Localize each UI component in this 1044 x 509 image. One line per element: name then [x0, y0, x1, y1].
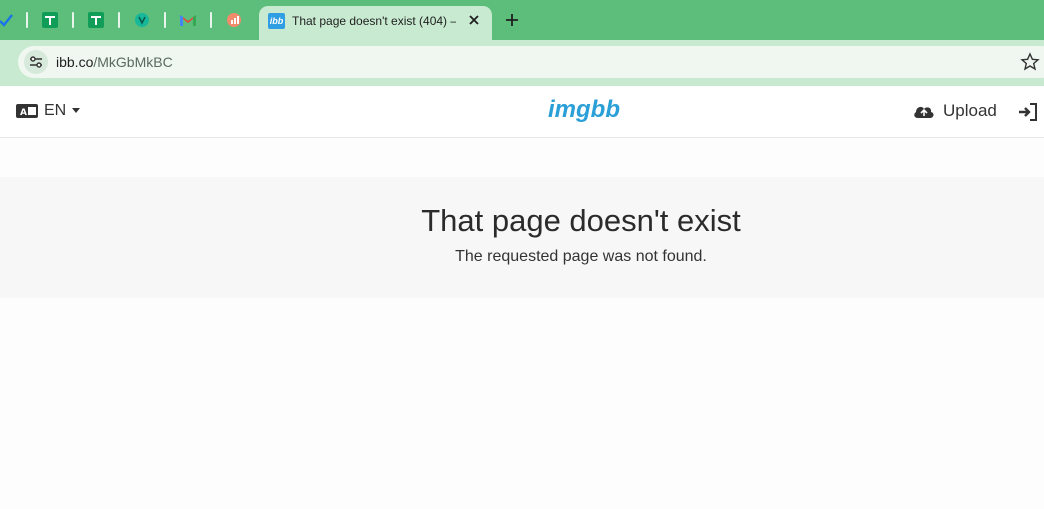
chart-app-icon: [227, 13, 241, 27]
language-label: EN: [44, 102, 67, 119]
upload-button[interactable]: Upload: [913, 101, 997, 121]
error-banner: That page doesn't exist The requested pa…: [0, 177, 1044, 298]
new-tab-plus-icon[interactable]: [502, 10, 522, 30]
sign-in-icon[interactable]: [1017, 102, 1039, 122]
tune-icon: [30, 56, 42, 68]
pinned-tab-check[interactable]: [0, 8, 18, 32]
close-icon[interactable]: [466, 12, 482, 28]
cloud-upload-icon: [914, 106, 934, 118]
language-selector[interactable]: A EN: [16, 102, 81, 120]
tab-separator: [26, 12, 28, 28]
url-text: ibb.co/MkGbMkBC: [56, 54, 173, 70]
sheets-icon: [88, 12, 104, 28]
tab-separator: [72, 12, 74, 28]
active-tab-title: That page doesn't exist (404) —: [292, 14, 456, 28]
bookmark-star-icon[interactable]: [1020, 52, 1040, 72]
language-icon: A: [16, 104, 38, 118]
pinned-tab-v[interactable]: [130, 8, 154, 32]
pinned-tab-sheets-1[interactable]: [38, 8, 62, 32]
browser-tab-strip: ibb That page doesn't exist (404) —: [0, 0, 1044, 40]
imgbb-logo[interactable]: imgbb: [548, 96, 620, 124]
pinned-tab-analytics[interactable]: [222, 8, 246, 32]
gmail-icon: [180, 15, 196, 26]
v-logo-icon: [135, 13, 149, 27]
site-info-button[interactable]: [24, 50, 48, 74]
url-path: /MkGbMkBC: [93, 54, 173, 70]
tab-separator: [164, 12, 166, 28]
error-title: That page doesn't exist: [421, 203, 741, 238]
imgbb-favicon-icon: ibb: [268, 13, 285, 29]
upload-label: Upload: [943, 101, 997, 120]
error-subtitle: The requested page was not found.: [455, 248, 707, 265]
address-bar[interactable]: ibb.co/MkGbMkBC: [18, 46, 1044, 78]
tab-separator: [118, 12, 120, 28]
tab-separator: [210, 12, 212, 28]
pinned-tab-sheets-2[interactable]: [84, 8, 108, 32]
site-header: A EN imgbb Upload: [0, 86, 1044, 138]
sheets-icon: [42, 12, 58, 28]
pinned-tab-gmail[interactable]: [176, 8, 200, 32]
browser-toolbar: ibb.co/MkGbMkBC: [0, 40, 1044, 86]
active-tab[interactable]: ibb That page doesn't exist (404) —: [259, 6, 492, 40]
caret-down-icon: [72, 108, 81, 113]
url-domain: ibb.co: [56, 54, 94, 70]
svg-text:A: A: [20, 108, 27, 118]
check-icon: [0, 14, 13, 27]
